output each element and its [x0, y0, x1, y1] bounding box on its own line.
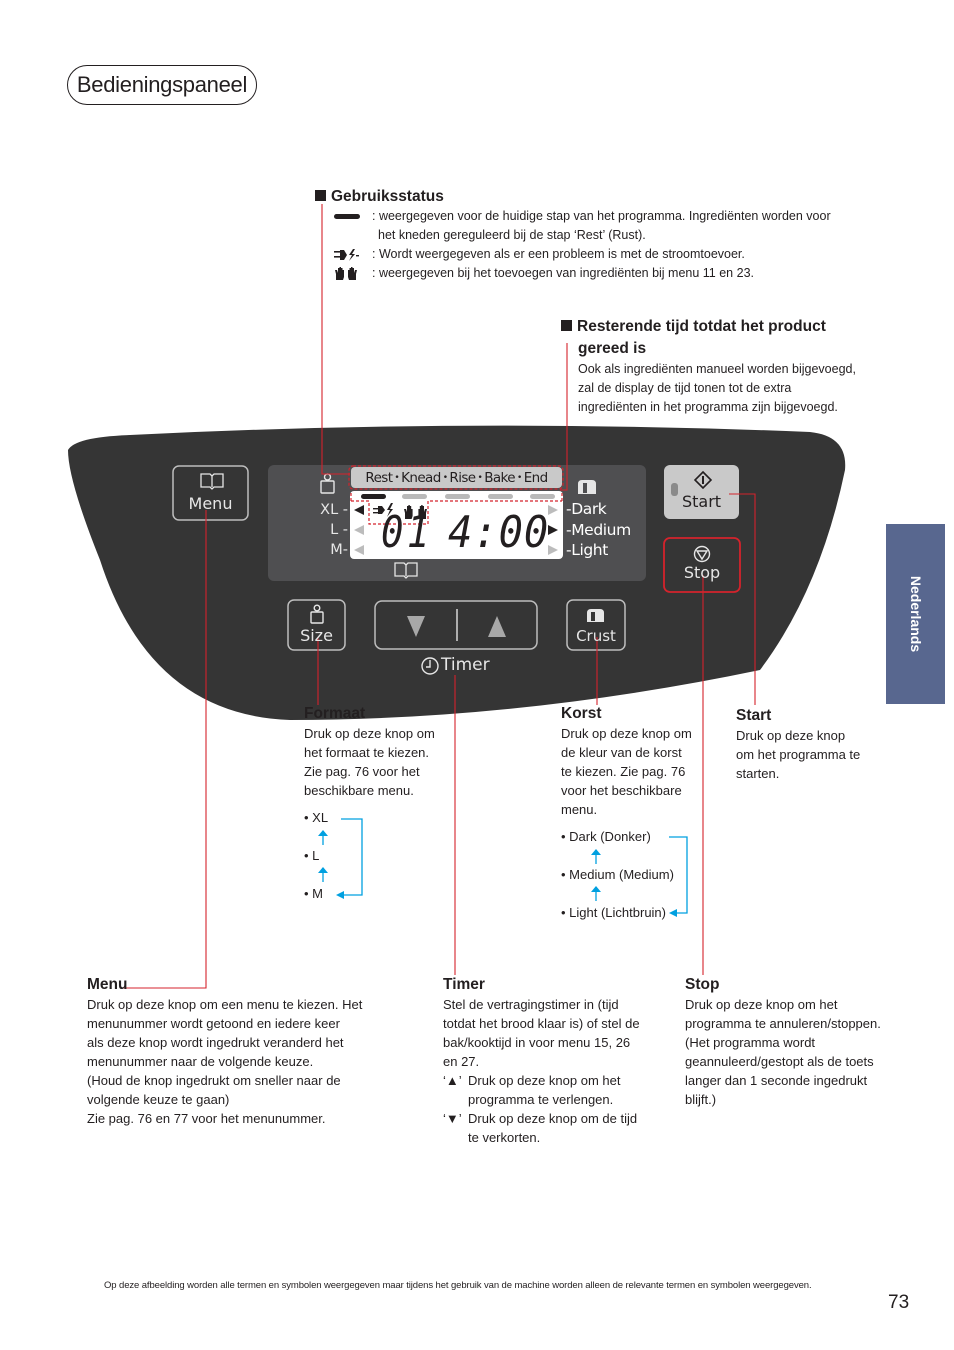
size-labels: XL - L - M-: [320, 502, 348, 558]
stop-button[interactable]: Stop: [664, 563, 740, 582]
crust-labels: -Dark -Medium -Light: [566, 500, 631, 559]
timer-up-button[interactable]: [458, 601, 537, 649]
korst-callout: Korst Druk op deze knop om de kleur van …: [561, 705, 692, 920]
timer-label: Timer: [441, 655, 490, 675]
progress-segment-active: [361, 494, 386, 499]
stage-knead: Knead: [401, 470, 441, 486]
down-key-symbol: ‘▼’: [443, 1111, 462, 1126]
progress-segment: [530, 494, 555, 499]
size-option: • L: [304, 848, 320, 863]
stage-rest: Rest: [365, 470, 393, 486]
size-option: • M: [304, 886, 323, 901]
crust-option: • Dark (Donker): [561, 829, 651, 844]
progress-segment: [402, 494, 427, 499]
crust-option: • Medium (Medium): [561, 867, 674, 882]
footnote: Op deze afbeelding worden alle termen en…: [104, 1280, 812, 1291]
start-callout: Start Druk op deze knop om het programma…: [736, 707, 861, 781]
stage-rise: Rise: [449, 470, 476, 486]
crust-option: • Light (Lichtbruin): [561, 905, 666, 920]
menu-number-display: 01: [381, 507, 433, 558]
control-panel: [68, 204, 846, 989]
up-key-symbol: ‘▲’: [443, 1073, 462, 1088]
menu-button[interactable]: Menu: [173, 494, 248, 513]
crust-button[interactable]: Crust: [567, 627, 625, 645]
page-number: 73: [888, 1292, 910, 1313]
size-option: • XL: [304, 810, 329, 825]
stage-labels: Rest • Knead • Rise • Bake • End: [365, 470, 548, 486]
language-tab: Nederlands: [886, 524, 945, 704]
size-button[interactable]: Size: [288, 626, 345, 645]
crust-bread-icon: [587, 609, 604, 622]
progress-segment: [445, 494, 470, 499]
stage-bake: Bake: [484, 470, 515, 486]
menu-callout: Menu Druk op deze knop om een menu te ki…: [87, 976, 363, 1126]
remaining-time-display: 4:00: [448, 507, 550, 558]
bread-icon: [578, 480, 596, 494]
timer-down-button[interactable]: [375, 601, 455, 649]
stage-end: End: [523, 470, 548, 486]
formaat-callout: Formaat Druk op deze knop om het formaat…: [304, 705, 435, 901]
stop-callout: Stop Druk op deze knop om het programma …: [685, 976, 881, 1107]
progress-segment: [488, 494, 513, 499]
timer-callout: Timer Stel de vertragingstimer in (tijd …: [443, 976, 640, 1145]
start-button[interactable]: Start: [664, 492, 739, 511]
